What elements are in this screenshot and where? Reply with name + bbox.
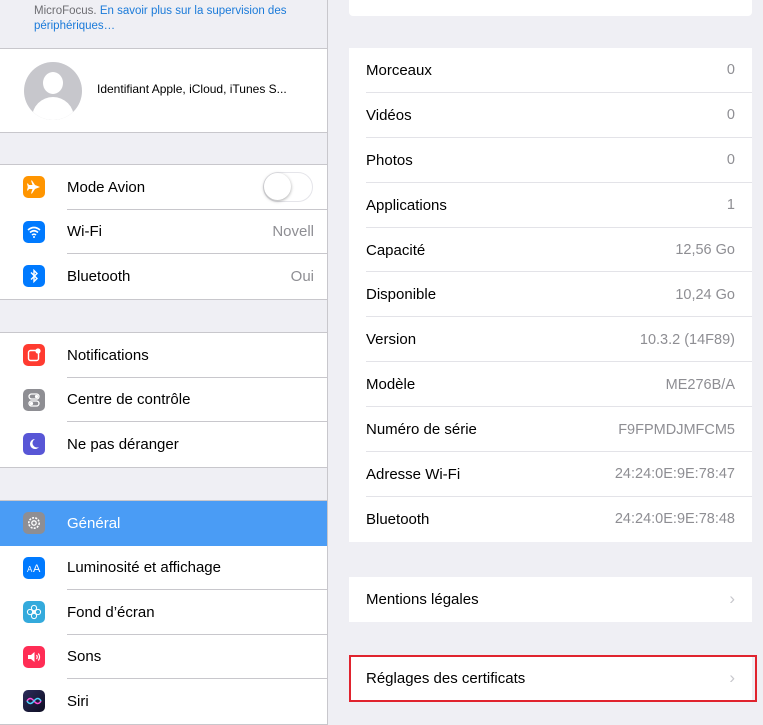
info-row-videos: Vidéos 0 xyxy=(349,93,752,138)
info-row-photos: Photos 0 xyxy=(349,138,752,183)
chevron-right-icon: › xyxy=(729,589,735,609)
sidebar-item-label: Centre de contrôle xyxy=(67,391,191,409)
info-value: 24:24:0E:9E:78:48 xyxy=(614,511,735,528)
info-row-wifi-address: Adresse Wi-Fi 24:24:0E:9E:78:47 xyxy=(349,452,752,497)
sounds-icon xyxy=(23,645,45,668)
notifications-group: Notifications Centre de contrôle Ne pas … xyxy=(0,332,327,468)
control-center-icon xyxy=(23,388,45,411)
sidebar-item-label: Sons xyxy=(67,648,102,666)
info-label: Morceaux xyxy=(366,61,432,79)
supervision-notice: MicroFocus. En savoir plus sur la superv… xyxy=(0,0,327,48)
airplane-icon xyxy=(23,176,45,199)
wallpaper-icon xyxy=(23,601,45,624)
legal-notices-row[interactable]: Mentions légales › xyxy=(349,577,752,622)
info-label: Modèle xyxy=(366,376,416,394)
avatar xyxy=(24,62,82,120)
legal-card: Mentions légales › xyxy=(349,577,752,622)
connectivity-group: Mode Avion Wi-Fi Novell Bluetooth Oui xyxy=(0,164,327,300)
airplane-mode-toggle[interactable] xyxy=(263,172,313,203)
moon-icon xyxy=(23,433,45,456)
sidebar-item-label: Ne pas déranger xyxy=(67,435,179,453)
info-label: Applications xyxy=(366,196,447,214)
info-label: Disponible xyxy=(366,286,437,304)
info-row-version[interactable]: Version 10.3.2 (14F89) xyxy=(349,317,752,363)
apple-id-row[interactable]: Identifiant Apple, iCloud, iTunes S... xyxy=(0,48,327,133)
svg-text:A: A xyxy=(33,563,41,574)
info-value: F9FPMDJMFCM5 xyxy=(618,421,735,438)
sidebar-item-mode-avion[interactable]: Mode Avion xyxy=(0,165,327,210)
info-value: 24:24:0E:9E:78:47 xyxy=(614,466,735,483)
supervision-org: MicroFocus. xyxy=(34,5,97,17)
sidebar-item-siri[interactable]: Siri xyxy=(0,679,327,724)
sidebar-item-label: Général xyxy=(67,514,121,532)
info-value: 0 xyxy=(726,62,735,79)
sidebar-item-label: Notifications xyxy=(67,346,149,364)
settings-sidebar: MicroFocus. En savoir plus sur la superv… xyxy=(0,0,327,725)
sidebar-item-notifications[interactable]: Notifications xyxy=(0,333,327,378)
info-value: 0 xyxy=(726,107,735,124)
sidebar-item-label: Fond d’écran xyxy=(67,603,155,621)
info-row-morceaux: Morceaux 0 xyxy=(349,48,752,93)
sidebar-item-sounds[interactable]: Sons xyxy=(0,635,327,679)
info-label: Capacité xyxy=(366,241,426,259)
bluetooth-icon xyxy=(23,265,45,288)
info-row-serial[interactable]: Numéro de série F9FPMDJMFCM5 xyxy=(349,407,752,453)
wifi-network-value: Novell xyxy=(272,223,314,241)
sidebar-item-bluetooth[interactable]: Bluetooth Oui xyxy=(0,254,327,299)
bluetooth-status-value: Oui xyxy=(290,267,314,285)
sidebar-item-label: Wi-Fi xyxy=(67,223,102,241)
info-label: Numéro de série xyxy=(366,421,477,439)
info-label: Vidéos xyxy=(366,106,412,124)
sidebar-item-display[interactable]: AA Luminosité et affichage xyxy=(0,546,327,590)
gear-icon xyxy=(23,512,45,535)
previous-section-card xyxy=(349,0,752,16)
legal-notices-label: Mentions légales xyxy=(366,590,479,608)
sidebar-item-label: Siri xyxy=(67,692,89,710)
info-value: 12,56 Go xyxy=(675,242,735,258)
info-value: 1 xyxy=(726,197,735,214)
sidebar-item-control-center[interactable]: Centre de contrôle xyxy=(0,378,327,422)
about-panel: Morceaux 0 Vidéos 0 Photos 0 Application… xyxy=(328,0,763,725)
info-value: 10.3.2 (14F89) xyxy=(639,331,735,348)
info-value: ME276B/A xyxy=(665,376,735,393)
wifi-icon xyxy=(23,220,45,243)
info-value: 10,24 Go xyxy=(675,286,735,303)
general-group: Général AA Luminosité et affichage Fond … xyxy=(0,500,327,725)
sidebar-item-general[interactable]: Général xyxy=(0,501,327,546)
info-label: Adresse Wi-Fi xyxy=(366,465,461,483)
info-row-disponible: Disponible 10,24 Go xyxy=(349,272,752,318)
notifications-icon xyxy=(23,344,45,367)
sidebar-item-wallpaper[interactable]: Fond d’écran xyxy=(0,590,327,635)
sidebar-item-label: Mode Avion xyxy=(67,178,146,196)
certificate-settings-highlight xyxy=(349,655,757,702)
info-row-modele[interactable]: Modèle ME276B/A xyxy=(349,362,752,408)
info-row-applications: Applications 1 xyxy=(349,183,752,228)
info-row-bluetooth: Bluetooth 24:24:0E:9E:78:48 xyxy=(349,497,752,542)
sidebar-item-wifi[interactable]: Wi-Fi Novell xyxy=(0,210,327,254)
info-value: 0 xyxy=(726,152,735,169)
sidebar-item-label: Bluetooth xyxy=(67,267,131,285)
apple-id-label: Identifiant Apple, iCloud, iTunes S... xyxy=(97,82,287,96)
sidebar-item-label: Luminosité et affichage xyxy=(67,559,221,577)
sidebar-item-do-not-disturb[interactable]: Ne pas déranger xyxy=(0,422,327,467)
info-label: Photos xyxy=(366,151,413,169)
info-label: Version xyxy=(366,331,417,349)
info-row-capacite: Capacité 12,56 Go xyxy=(349,228,752,273)
display-icon: AA xyxy=(23,556,45,579)
device-info-card: Morceaux 0 Vidéos 0 Photos 0 Application… xyxy=(349,48,752,542)
info-label: Bluetooth xyxy=(366,510,430,528)
siri-icon xyxy=(23,690,45,713)
